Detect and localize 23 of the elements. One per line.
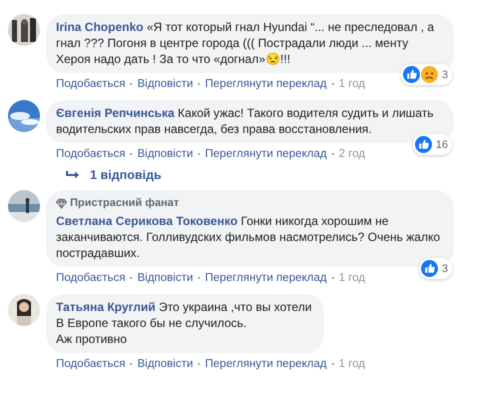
comment-text: Светлана Серикова Токовенко Гонки никогда хорошим не заканчиваются. Голливудских фильмов насмотрелись? Очень жалко пострадавших. bbox=[56, 213, 442, 261]
action-link[interactable]: Переглянути переклад bbox=[205, 78, 327, 90]
action-link[interactable]: Подобається bbox=[56, 78, 126, 90]
replies-link[interactable]: 1 відповідь bbox=[90, 168, 162, 182]
badge-label: Пристрасний фанат bbox=[70, 196, 179, 211]
action-link[interactable]: Відповісти bbox=[137, 272, 194, 284]
reactions-pill[interactable]: 3 bbox=[418, 258, 452, 279]
diamond-icon bbox=[56, 198, 67, 208]
action-link[interactable]: Подобається bbox=[56, 272, 126, 284]
action-link[interactable]: Подобається bbox=[56, 148, 126, 160]
action-link[interactable]: Відповісти bbox=[137, 358, 194, 370]
action-link[interactable]: Подобається bbox=[56, 358, 126, 370]
comment-text: Irina Chopenko «Я тот который гнал Hyundai “... не преследовал , а гнал ??? Погоня в центре города ((( Пострадали люди ... менту Хероя надо дать ! За то что «догнал»😒!!! bbox=[56, 19, 435, 67]
reply-arrow-icon bbox=[66, 170, 80, 180]
action-link[interactable]: Переглянути переклад bbox=[205, 358, 327, 370]
action-link[interactable]: Переглянути переклад bbox=[205, 272, 327, 284]
action-link[interactable]: Відповісти bbox=[137, 78, 194, 90]
action-link[interactable]: Переглянути переклад bbox=[205, 148, 327, 160]
reactions-pill[interactable]: 3 bbox=[400, 64, 452, 85]
comment-text: Татьяна Круглий Это украина ,что вы хотели В Европе такого бы не случилось. Аж противно bbox=[56, 299, 312, 347]
comment-text: Євгенія Репчинська Какой ужас! Такого водителя судить и лишать водительских прав навсегда, без права восстановления. bbox=[56, 105, 434, 137]
action-link[interactable]: Відповісти bbox=[137, 148, 194, 160]
reactions-pill[interactable]: 16 bbox=[412, 134, 452, 155]
